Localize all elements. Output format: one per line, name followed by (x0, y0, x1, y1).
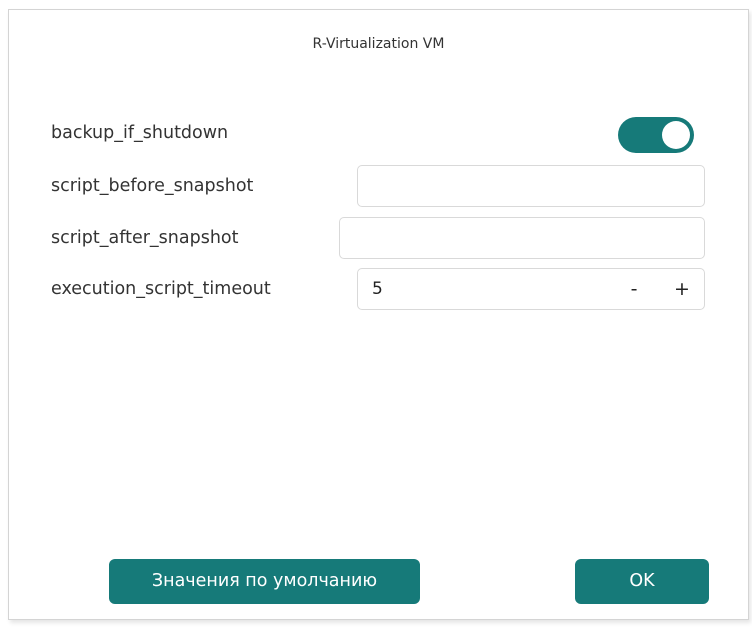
ok-button[interactable]: OK (575, 559, 709, 604)
stepper-value[interactable]: 5 (372, 279, 383, 299)
reset-defaults-button[interactable]: Значения по умолчанию (109, 559, 420, 604)
settings-dialog: R-Virtualization VM backup_if_shutdown s… (8, 9, 749, 620)
decrement-button[interactable]: - (620, 275, 648, 303)
dialog-title: R-Virtualization VM (312, 36, 445, 52)
script-before-snapshot-input[interactable] (357, 165, 705, 207)
execution-script-timeout-label: execution_script_timeout (51, 279, 271, 299)
toggle-knob (662, 121, 690, 149)
backup-if-shutdown-label: backup_if_shutdown (51, 123, 229, 143)
script-after-snapshot-input[interactable] (339, 217, 705, 259)
script-after-snapshot-label: script_after_snapshot (51, 228, 239, 248)
increment-button[interactable]: + (668, 275, 696, 303)
backup-if-shutdown-toggle[interactable] (618, 117, 694, 153)
execution-script-timeout-stepper[interactable]: 5 - + (357, 268, 705, 310)
script-before-snapshot-label: script_before_snapshot (51, 176, 254, 196)
